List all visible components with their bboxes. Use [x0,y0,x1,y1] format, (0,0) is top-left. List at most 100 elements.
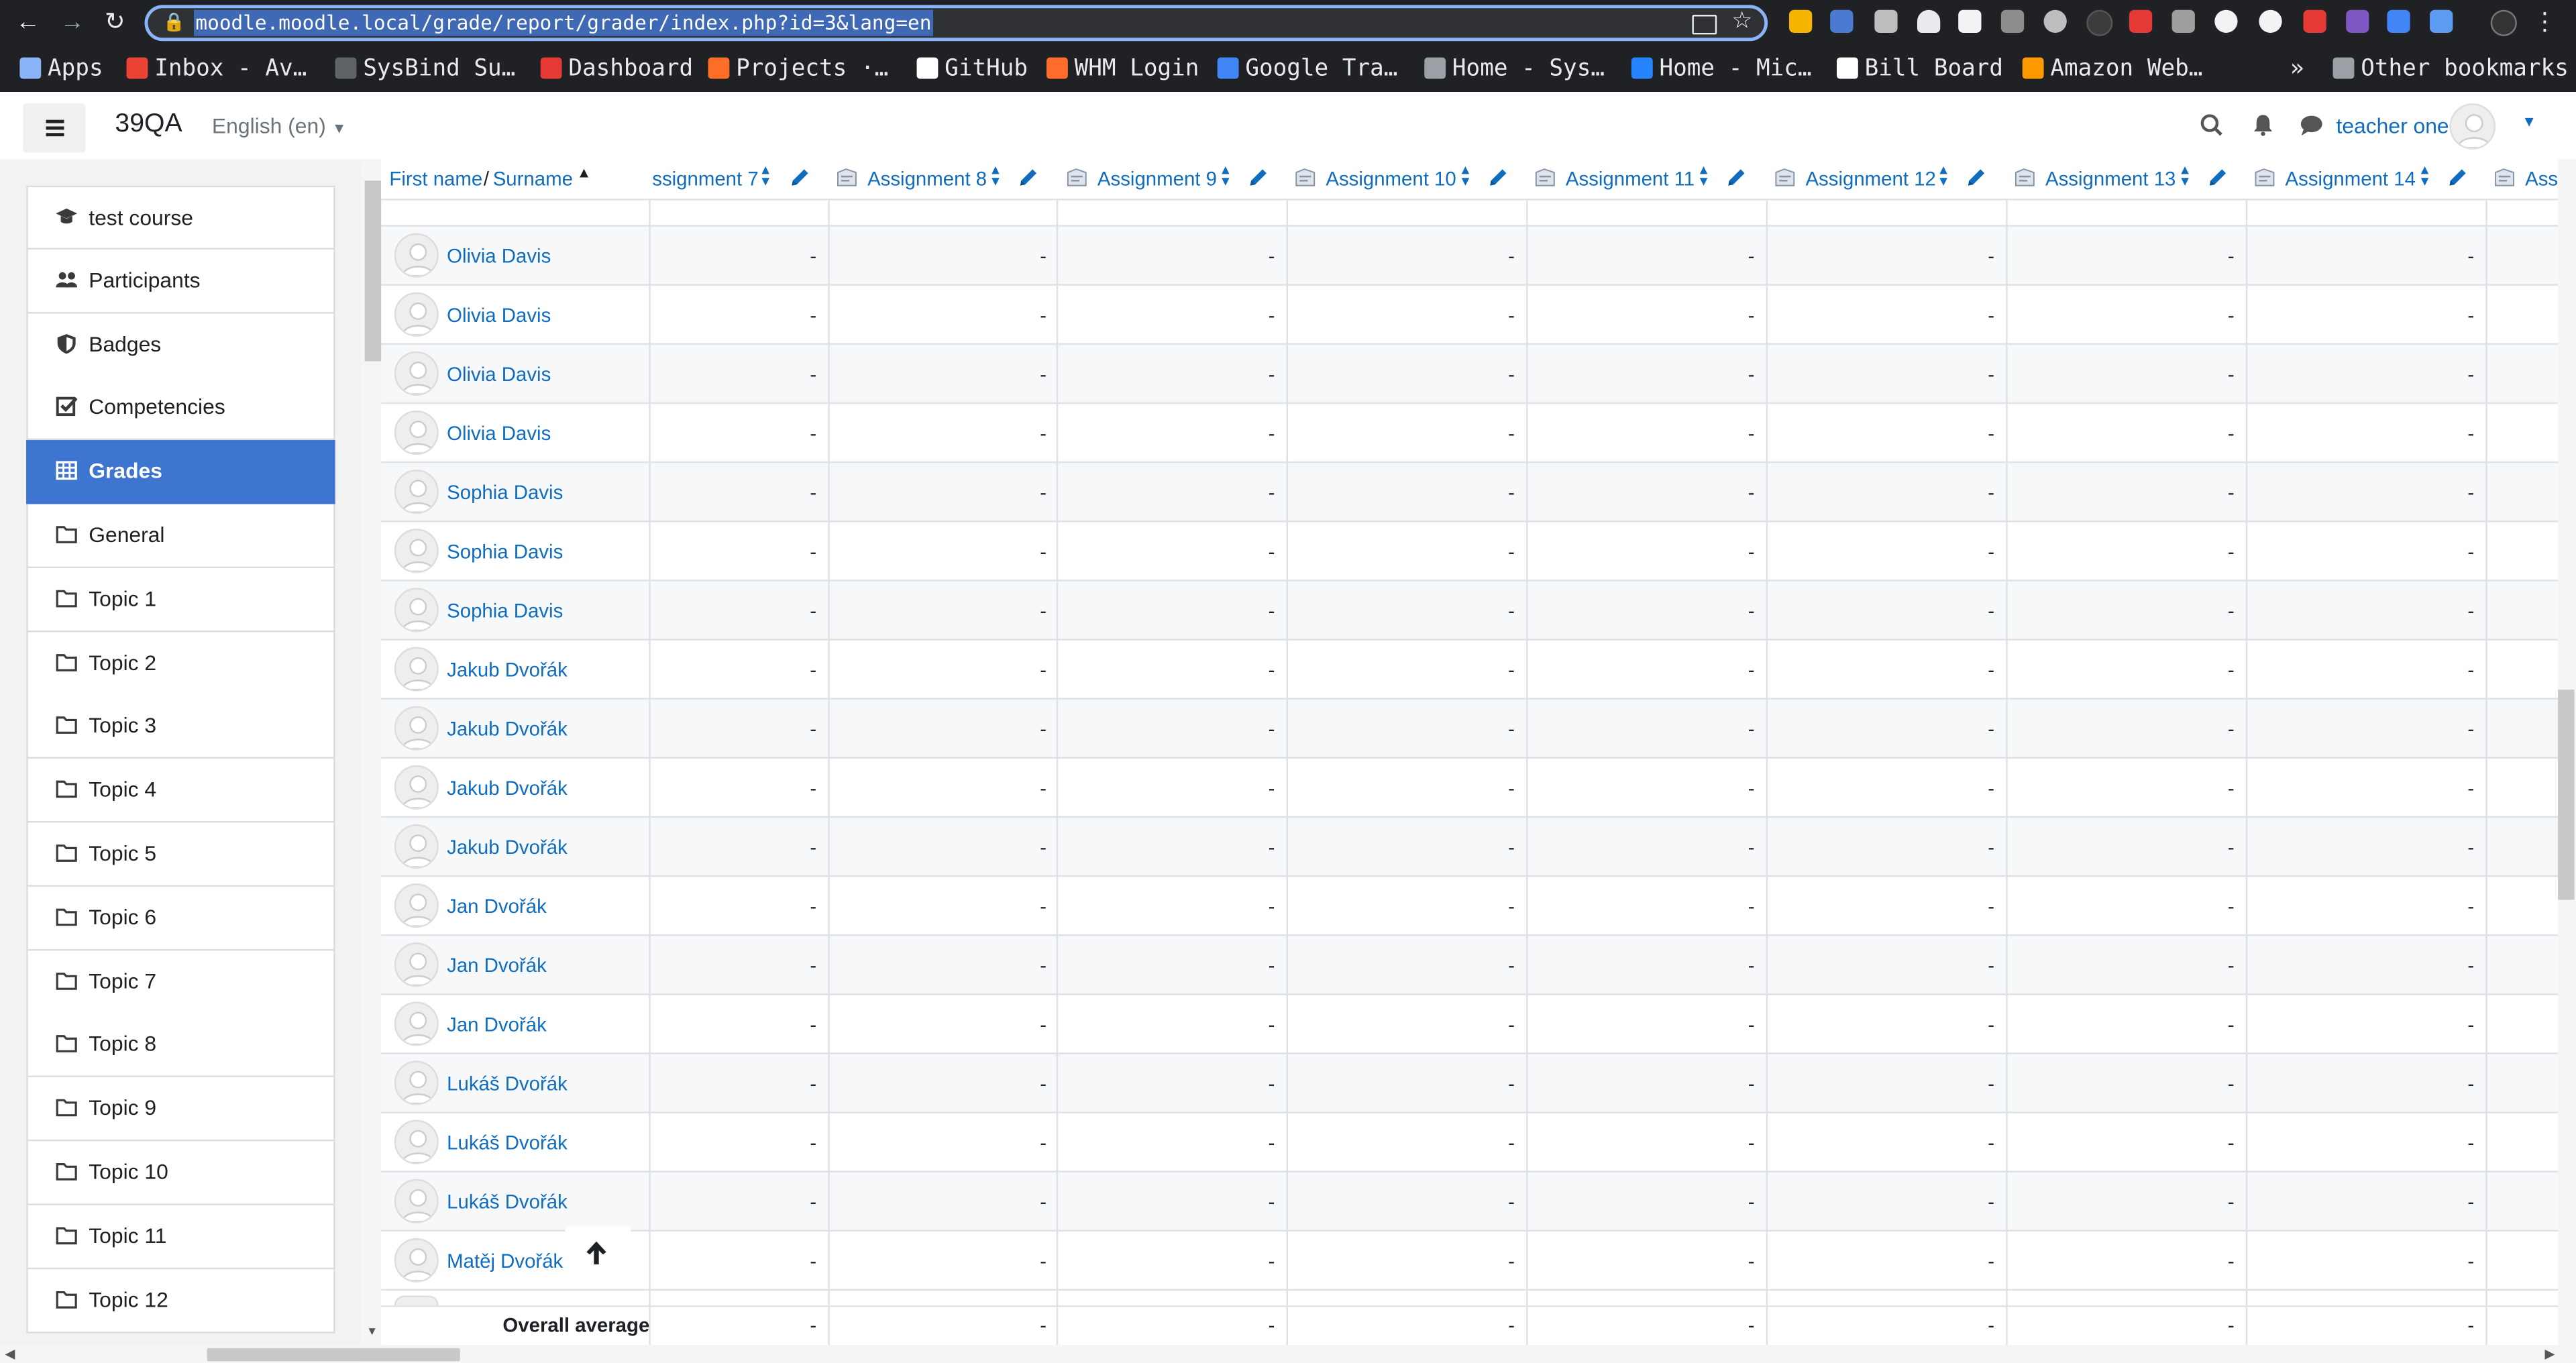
user-avatar[interactable] [394,1001,439,1046]
grade-cell[interactable]: - [2218,1132,2235,1154]
grade-cell[interactable]: - [1030,1132,1046,1154]
grade-cell[interactable]: - [1738,1250,1755,1272]
user-name-link[interactable]: Lukáš Dvořák [447,1132,568,1154]
grade-cell[interactable]: - [1978,659,1994,682]
user-avatar[interactable] [394,529,439,574]
grade-cell[interactable]: - [800,659,816,682]
grade-cell[interactable]: - [1258,1250,1275,1272]
column-header-assignment[interactable]: ssignment 7 [652,168,758,190]
edit-pencil-icon[interactable] [790,168,810,187]
grade-cell[interactable]: - [2458,1250,2474,1272]
grade-cell[interactable]: - [800,600,816,622]
back-to-top-button[interactable] [565,1226,631,1283]
grade-cell[interactable]: - [1978,1250,1994,1272]
column-header-assignment[interactable]: Assignment 14 [2286,168,2416,190]
grade-cell[interactable]: - [1030,659,1046,682]
grade-cell[interactable]: - [1030,245,1046,268]
user-avatar[interactable] [394,1295,439,1306]
grade-cell[interactable]: - [1498,895,1515,918]
grade-cell[interactable]: - [2218,1073,2235,1095]
grade-cell[interactable]: - [2458,540,2474,563]
edit-pencil-icon[interactable] [1489,168,1508,187]
edit-pencil-icon[interactable] [1966,168,1986,187]
user-avatar[interactable] [394,1238,439,1283]
user-name-link[interactable]: Jan Dvořák [447,895,547,918]
grade-cell[interactable]: - [800,1132,816,1154]
edit-pencil-icon[interactable] [1727,168,1746,187]
user-name-link[interactable]: Lukáš Dvořák [447,1191,568,1213]
grade-cell[interactable]: - [1258,954,1275,977]
user-name-link[interactable]: Olivia Davis [447,363,551,386]
grade-cell[interactable]: - [800,363,816,386]
user-avatar[interactable] [394,351,439,396]
grade-cell[interactable]: - [1738,659,1755,682]
grade-cell[interactable]: - [1498,1013,1515,1036]
grade-cell[interactable]: - [1030,954,1046,977]
grade-cell[interactable]: - [2218,363,2235,386]
scroll-down-arrow-icon[interactable]: ▼ [366,1327,378,1338]
grade-cell[interactable]: - [1030,718,1046,741]
user-avatar[interactable] [394,824,439,869]
grade-cell[interactable]: - [800,718,816,741]
grade-cell[interactable]: - [1030,836,1046,859]
grade-cell[interactable]: - [1738,422,1755,445]
grade-cell[interactable]: - [1978,245,1994,268]
edit-pencil-icon[interactable] [1248,168,1268,187]
grade-cell[interactable]: - [1030,540,1046,563]
user-name-link[interactable]: Jan Dvořák [447,954,547,977]
sort-toggle-icon[interactable]: ▲ ▼ [1219,164,1232,188]
grade-cell[interactable]: - [1030,1250,1046,1272]
grade-cell[interactable]: - [2458,363,2474,386]
grade-cell[interactable]: - [1258,422,1275,445]
user-column-scrollbar-thumb[interactable] [364,180,382,362]
grade-cell[interactable]: - [2218,895,2235,918]
grade-cell[interactable]: - [1738,1191,1755,1213]
grade-cell[interactable]: - [1030,1073,1046,1095]
grade-cell[interactable]: - [800,895,816,918]
grade-cell[interactable]: - [1030,422,1046,445]
grade-cell[interactable]: - [2458,954,2474,977]
grade-cell[interactable]: - [1258,659,1275,682]
user-name-link[interactable]: Olivia Davis [447,245,551,268]
grade-cell[interactable]: - [1738,600,1755,622]
user-name-link[interactable]: Jakub Dvořák [447,836,568,859]
grade-cell[interactable]: - [800,836,816,859]
grade-cell[interactable]: - [1258,600,1275,622]
grade-cell[interactable]: - [1258,836,1275,859]
grade-cell[interactable]: - [1498,1073,1515,1095]
grade-cell[interactable]: - [1258,481,1275,504]
grade-cell[interactable]: - [1258,1013,1275,1036]
grade-cell[interactable]: - [1738,1132,1755,1154]
scroll-right-arrow-icon[interactable]: ▶ [2545,1346,2555,1361]
sort-toggle-icon[interactable]: ▲ ▼ [1937,164,1949,188]
user-avatar[interactable] [394,765,439,810]
grade-cell[interactable]: - [1738,718,1755,741]
grade-cell[interactable]: - [800,1013,816,1036]
user-avatar[interactable] [394,233,439,278]
grade-cell[interactable]: - [1978,1073,1994,1095]
grade-cell[interactable]: - [800,1250,816,1272]
grade-cell[interactable]: - [2218,1191,2235,1213]
sort-toggle-icon[interactable]: ▲ ▼ [2418,164,2431,188]
grade-cell[interactable]: - [2458,481,2474,504]
grade-cell[interactable]: - [1258,895,1275,918]
sort-toggle-icon[interactable]: ▲ ▼ [2178,164,2191,188]
grade-cell[interactable]: - [1498,600,1515,622]
user-avatar[interactable] [394,1120,439,1164]
grade-cell[interactable]: - [1978,304,1994,327]
sort-surname-link[interactable]: Surname [493,168,573,190]
user-avatar[interactable] [394,411,439,455]
grade-cell[interactable]: - [1030,304,1046,327]
user-name-link[interactable]: Jakub Dvořák [447,659,568,682]
user-name-link[interactable]: Olivia Davis [447,422,551,445]
user-avatar[interactable] [394,942,439,987]
grade-cell[interactable]: - [800,777,816,800]
grade-cell[interactable]: - [2458,245,2474,268]
grade-cell[interactable]: - [2218,422,2235,445]
grade-cell[interactable]: - [2218,245,2235,268]
grade-cell[interactable]: - [1978,1132,1994,1154]
grade-cell[interactable]: - [2458,777,2474,800]
grade-cell[interactable]: - [1258,777,1275,800]
grade-cell[interactable]: - [1738,540,1755,563]
user-avatar[interactable] [394,1060,439,1105]
